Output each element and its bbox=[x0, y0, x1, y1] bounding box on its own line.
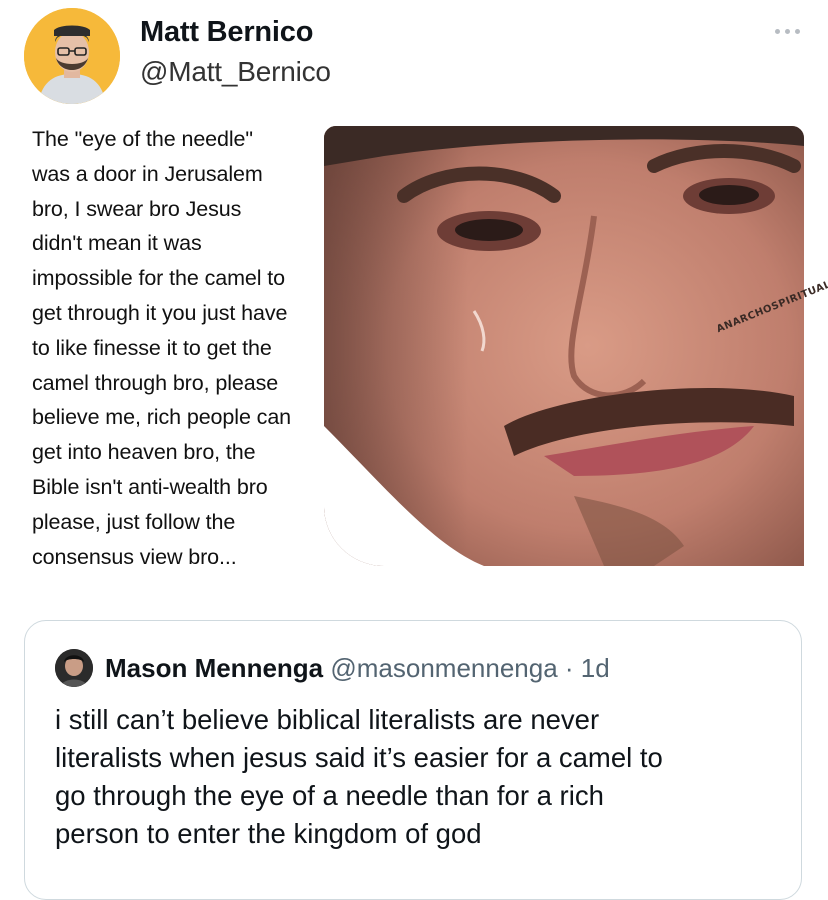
more-horizontal-icon[interactable] bbox=[770, 22, 804, 40]
author-handle[interactable]: @Matt_Bernico bbox=[140, 56, 331, 88]
meta-separator: · bbox=[557, 653, 581, 683]
author-avatar-image bbox=[24, 8, 120, 104]
quoted-author-handle[interactable]: @masonmennenga bbox=[330, 653, 557, 683]
meme-caption: The "eye of the needle" was a door in Je… bbox=[32, 127, 292, 569]
quoted-author-name[interactable]: Mason Mennenga bbox=[105, 653, 323, 683]
author-avatar[interactable] bbox=[24, 8, 120, 104]
tweet-header: Matt Bernico @Matt_Bernico bbox=[0, 0, 828, 110]
quoted-tweet-meta: Mason Mennenga @masonmennenga · 1d bbox=[105, 653, 610, 684]
quoted-tweet-card[interactable]: Mason Mennenga @masonmennenga · 1d i sti… bbox=[24, 620, 802, 900]
quoted-tweet-time[interactable]: 1d bbox=[581, 653, 610, 683]
meme-image[interactable]: The "eye of the needle" was a door in Je… bbox=[24, 118, 828, 580]
crying-man-photo bbox=[324, 126, 804, 566]
quoted-author-avatar bbox=[55, 649, 93, 687]
author-name[interactable]: Matt Bernico bbox=[140, 16, 313, 49]
quoted-tweet-text: i still can’t believe biblical literalis… bbox=[55, 704, 663, 849]
